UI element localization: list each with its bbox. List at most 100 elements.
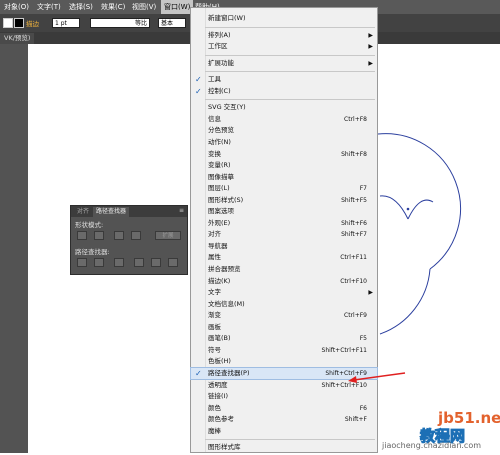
menu-item-label: 对齐 [208, 230, 221, 239]
menu-item-label: 外观(E) [208, 218, 231, 227]
exclude-icon[interactable] [131, 231, 141, 240]
menu-item[interactable]: 色板(H) [191, 356, 377, 367]
circle-outline-lower [379, 268, 431, 335]
stroke-swatch[interactable] [14, 18, 24, 28]
menu-item[interactable]: 描边(K) Ctrl+F10 [191, 276, 377, 287]
crop-icon[interactable] [134, 258, 144, 267]
submenu-arrow-icon: ▶ [368, 59, 373, 67]
menu-item[interactable]: 排列(A) ▶ [191, 30, 377, 41]
tab-align[interactable]: 对齐 [74, 207, 92, 217]
menu-item-label: SVG 交互(Y) [208, 103, 246, 112]
inner-arc-left [379, 195, 409, 220]
menu-item-label: 动作(N) [208, 137, 231, 146]
menu-separator [205, 54, 375, 56]
divide-icon[interactable] [77, 258, 87, 267]
menu-item[interactable]: 链接(I) [191, 391, 377, 402]
menu-item-label: 图形样式(S) [208, 195, 244, 204]
menu-item[interactable]: 变换 Shift+F8 [191, 149, 377, 160]
menu-item[interactable]: 扩展功能 ▶ [191, 58, 377, 69]
menu-object[interactable]: 对象(O) [4, 2, 29, 12]
menu-item[interactable]: ✓ 工具 [191, 74, 377, 85]
menu-item[interactable]: 文字 ▶ [191, 287, 377, 298]
menu-item-label: 变换 [208, 149, 221, 158]
menu-item-label: 工具 [208, 75, 221, 84]
menu-item[interactable]: 魔棒 [191, 426, 377, 437]
expand-button[interactable]: 扩展 [155, 231, 181, 240]
menu-item[interactable]: 图形样式(S) Shift+F5 [191, 195, 377, 206]
submenu-arrow-icon: ▶ [368, 31, 373, 39]
variable-width-profile[interactable]: 等比 [90, 18, 150, 28]
menu-item-label: 魔棒 [208, 426, 221, 435]
menu-item-label: 文字 [208, 288, 221, 297]
minus-front-icon[interactable] [94, 231, 104, 240]
unite-icon[interactable] [77, 231, 87, 240]
menu-window[interactable]: 窗口(W) [161, 0, 194, 14]
menu-item[interactable]: 信息 Ctrl+F8 [191, 114, 377, 125]
menu-item-shortcut: Shift+F [344, 416, 367, 424]
intersect-icon[interactable] [114, 231, 124, 240]
stroke-label: 描边 [26, 20, 39, 28]
menu-item[interactable]: 颜色 F6 [191, 403, 377, 414]
menu-item-shortcut: Shift+F6 [341, 219, 367, 227]
menu-item[interactable]: 颜色参考 Shift+F [191, 414, 377, 425]
pathfinders-label: 路径查找器: [75, 248, 110, 256]
menu-item[interactable]: 符号 Shift+Ctrl+F11 [191, 345, 377, 356]
minus-back-icon[interactable] [168, 258, 178, 267]
menu-item[interactable]: 渐变 Ctrl+F9 [191, 310, 377, 321]
menu-item-shortcut: Ctrl+F11 [340, 254, 367, 262]
menu-item-label: 图形样式库 [208, 443, 241, 452]
menu-item[interactable]: 图层(L) F7 [191, 183, 377, 194]
menu-item[interactable]: 新建窗口(W) [191, 13, 377, 24]
circle-outline [377, 133, 462, 270]
menu-view[interactable]: 视图(V) [132, 2, 156, 12]
menu-item-label: 符号 [208, 345, 221, 354]
menu-item-shortcut: F7 [359, 185, 367, 193]
menu-item[interactable]: 拼合器预览 [191, 264, 377, 275]
brush-definition[interactable]: 基本 [158, 18, 186, 28]
panel-menu-icon[interactable]: ≡ [179, 207, 184, 214]
submenu-arrow-icon: ▶ [368, 43, 373, 51]
menu-effect[interactable]: 效果(C) [101, 2, 125, 12]
menu-item-label: 分色预览 [208, 126, 234, 135]
menu-item[interactable]: 导航器 [191, 241, 377, 252]
menu-item[interactable]: SVG 交互(Y) [191, 102, 377, 113]
menu-item[interactable]: 动作(N) [191, 137, 377, 148]
panel-header: 对齐 路径查找器 ≡ [71, 206, 187, 217]
menu-item[interactable]: 对齐 Shift+F7 [191, 229, 377, 240]
menu-item[interactable]: ✓ 控制(C) [191, 86, 377, 97]
menu-item-label: 信息 [208, 114, 221, 123]
document-tab[interactable]: VK/预览) [0, 33, 35, 44]
menu-item[interactable]: 属性 Ctrl+F11 [191, 252, 377, 263]
menu-item-shortcut: Shift+Ctrl+F11 [321, 346, 367, 354]
menu-separator [205, 26, 375, 28]
trim-icon[interactable] [94, 258, 104, 267]
menu-item[interactable]: 图像描摹 [191, 172, 377, 183]
menu-item[interactable]: 图形样式库 [191, 442, 377, 453]
menu-select[interactable]: 选择(S) [69, 2, 93, 12]
menu-item[interactable]: 文档信息(M) [191, 299, 377, 310]
menu-item[interactable]: 变量(R) [191, 160, 377, 171]
menu-item[interactable]: 分色预览 [191, 125, 377, 136]
pasteboard [0, 44, 28, 453]
menu-item[interactable]: 图案选项 [191, 206, 377, 217]
fill-swatch[interactable] [3, 18, 13, 28]
pathfinder-panel: 对齐 路径查找器 ≡ 形状模式: 扩展 路径查找器: [70, 205, 188, 275]
shape-modes-label: 形状模式: [75, 221, 104, 229]
menu-item[interactable]: 外观(E) Shift+F6 [191, 218, 377, 229]
menu-item[interactable]: 画板 [191, 322, 377, 333]
menu-item-label: 控制(C) [208, 86, 231, 95]
menu-item-shortcut: Shift+F8 [341, 150, 367, 158]
menu-item-label: 画笔(B) [208, 334, 231, 343]
tab-pathfinder[interactable]: 路径查找器 [93, 207, 130, 217]
stroke-weight-field[interactable]: 1 pt [52, 18, 80, 28]
merge-icon[interactable] [114, 258, 124, 267]
menu-item-shortcut: Ctrl+F8 [344, 115, 367, 123]
menu-item[interactable]: 工作区 ▶ [191, 41, 377, 52]
menu-item[interactable]: 画笔(B) F5 [191, 333, 377, 344]
menu-item-label: 路径查找器(P) [208, 368, 250, 377]
menu-item-label: 属性 [208, 253, 221, 262]
menu-item-shortcut: Shift+F7 [341, 231, 367, 239]
anchor-point[interactable] [406, 207, 410, 211]
menu-type[interactable]: 文字(T) [37, 2, 61, 12]
outline-icon[interactable] [151, 258, 161, 267]
